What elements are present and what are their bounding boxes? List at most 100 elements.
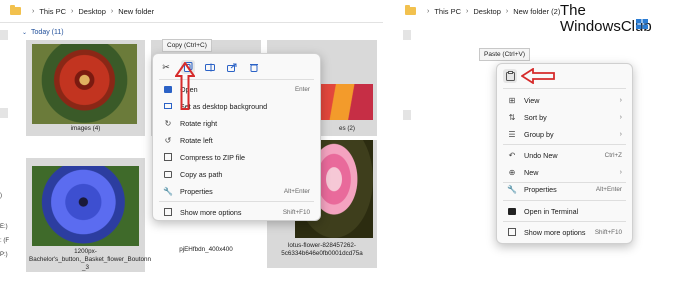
chevron-right-icon: › bbox=[110, 7, 114, 15]
breadcrumb-desktop[interactable]: Desktop bbox=[473, 7, 501, 16]
divider bbox=[503, 221, 626, 222]
sidebar-drive-labels: E:) : (F P:) bbox=[0, 220, 9, 262]
delete-icon[interactable] bbox=[247, 60, 261, 74]
properties-icon: 🔧 bbox=[163, 186, 173, 196]
rafflesia-photo bbox=[32, 44, 137, 124]
menu-item-shortcut: Alt+Enter bbox=[595, 185, 622, 193]
menu-item-label: Show more options bbox=[524, 227, 586, 237]
menu-item-label: Compress to ZIP file bbox=[180, 152, 245, 162]
chevron-right-icon: › bbox=[619, 96, 622, 104]
menu-item-label: Group by bbox=[524, 129, 554, 139]
drive-label[interactable]: : (F bbox=[0, 234, 9, 248]
menu-item-show-more-options[interactable]: Show more options Shift+F10 bbox=[497, 224, 632, 240]
image-icon bbox=[163, 84, 173, 94]
more-options-icon bbox=[507, 227, 517, 237]
menu-item-group-by[interactable]: ☰ Group by › bbox=[497, 126, 632, 142]
paste-icon[interactable] bbox=[503, 69, 517, 83]
scrollbar-thumb[interactable] bbox=[403, 30, 411, 40]
windows-logo-icon bbox=[636, 19, 648, 29]
chevron-right-icon: › bbox=[505, 7, 509, 15]
file-caption: 1200px-Bachelor's_button,_Basket_flower_… bbox=[29, 248, 223, 271]
menu-item-label: Undo New bbox=[524, 150, 558, 160]
paste-glyph bbox=[505, 71, 515, 81]
breadcrumb-desktop[interactable]: Desktop bbox=[78, 7, 106, 16]
divider bbox=[503, 88, 626, 89]
cut-icon[interactable]: ✂ bbox=[159, 60, 173, 74]
view-icon: ⊞ bbox=[508, 95, 516, 105]
menu-item-rotate-right[interactable]: ↻ Rotate right bbox=[153, 115, 320, 131]
menu-item-label: Properties bbox=[524, 184, 557, 194]
menu-item-properties[interactable]: 🔧 Properties Alt+Enter bbox=[497, 181, 632, 197]
scrollbar-thumb[interactable] bbox=[0, 30, 8, 40]
brand-watermark: The WindowsClub bbox=[560, 3, 652, 35]
scrollbar-thumb[interactable] bbox=[0, 108, 8, 118]
chevron-right-icon: › bbox=[619, 168, 622, 176]
pane-separator bbox=[383, 0, 395, 291]
drive-label[interactable]: P:) bbox=[0, 248, 9, 262]
drive-label[interactable]: E:) bbox=[0, 220, 9, 234]
breadcrumb: › This PC › Desktop › New folder bbox=[10, 4, 154, 18]
menu-item-new[interactable]: ⊕ New › bbox=[497, 164, 632, 180]
menu-item-view[interactable]: ⊞ View › bbox=[497, 92, 632, 108]
file-tile[interactable]: 1200px-Bachelor's_button,_Basket_flower_… bbox=[26, 158, 223, 272]
menu-item-label: View bbox=[524, 95, 540, 105]
properties-icon: 🔧 bbox=[507, 184, 517, 194]
breadcrumb-new-folder[interactable]: New folder (2) bbox=[513, 7, 560, 16]
menu-item-undo-new[interactable]: ↶ Undo New Ctrl+Z bbox=[497, 147, 632, 163]
menu-item-rotate-left[interactable]: ↺ Rotate left bbox=[153, 132, 320, 148]
scrollbar-thumb[interactable] bbox=[403, 110, 411, 120]
menu-item-shortcut: Shift+F10 bbox=[282, 208, 310, 216]
file-caption: es (2) bbox=[338, 125, 356, 132]
menu-item-show-more-options[interactable]: Show more options Shift+F10 bbox=[153, 204, 320, 220]
file-caption: lotus-flower-828457262-5c6334b646e0fb000… bbox=[281, 242, 363, 257]
menu-item-label: Set as desktop background bbox=[180, 101, 268, 111]
share-glyph bbox=[227, 63, 237, 72]
drive-label: ) bbox=[0, 193, 2, 199]
breadcrumb-this-pc[interactable]: This PC bbox=[39, 7, 66, 16]
context-menu: ⊞ View › ⇅ Sort by › ☰ Group by › ↶ Undo… bbox=[496, 63, 633, 244]
delete-glyph bbox=[250, 63, 258, 72]
menu-item-compress-zip[interactable]: Compress to ZIP file bbox=[153, 149, 320, 165]
cut-glyph: ✂ bbox=[162, 61, 170, 72]
folder-icon bbox=[405, 5, 416, 15]
breadcrumb-new-folder[interactable]: New folder bbox=[118, 7, 154, 16]
file-tile[interactable]: images (4) bbox=[26, 40, 145, 136]
share-icon[interactable] bbox=[225, 60, 239, 74]
divider bbox=[503, 144, 626, 145]
menu-item-label: New bbox=[524, 167, 539, 177]
rename-icon[interactable] bbox=[203, 60, 217, 74]
rotate-right-icon: ↻ bbox=[164, 118, 172, 128]
menu-item-shortcut: Shift+F10 bbox=[594, 228, 622, 236]
chevron-right-icon: › bbox=[32, 7, 35, 15]
new-icon: ⊕ bbox=[508, 167, 516, 177]
sort-icon: ⇅ bbox=[508, 112, 516, 122]
chevron-right-icon: › bbox=[619, 130, 622, 138]
undo-icon: ↶ bbox=[508, 150, 516, 160]
group-header-today[interactable]: ⌄ Today (11) bbox=[22, 29, 64, 36]
menu-item-label: Open bbox=[180, 84, 198, 94]
menu-item-label: Sort by bbox=[524, 112, 547, 122]
menu-item-copy-as-path[interactable]: Copy as path bbox=[153, 166, 320, 182]
chevron-right-icon: › bbox=[466, 7, 469, 15]
file-caption: pjEHfbdn_400x400 bbox=[179, 246, 233, 253]
rename-glyph bbox=[205, 63, 215, 71]
cornflower-photo bbox=[32, 166, 139, 246]
tooltip: Copy (Ctrl+C) bbox=[162, 39, 212, 52]
chevron-right-icon: › bbox=[619, 113, 622, 121]
explorer-window-right: › This PC › Desktop › New folder (2) The… bbox=[395, 0, 700, 291]
menu-item-properties[interactable]: 🔧 Properties Alt+Enter bbox=[153, 183, 320, 199]
path-icon bbox=[163, 169, 173, 179]
group-label: Today (11) bbox=[31, 29, 64, 36]
breadcrumb-this-pc[interactable]: This PC bbox=[434, 7, 461, 16]
menu-item-label: Copy as path bbox=[180, 169, 223, 179]
folder-icon bbox=[10, 5, 21, 15]
menu-item-shortcut: Ctrl+Z bbox=[604, 151, 622, 159]
group-icon: ☰ bbox=[508, 129, 516, 139]
more-options-icon bbox=[163, 207, 173, 217]
menu-item-label: Properties bbox=[180, 186, 213, 196]
chevron-right-icon: › bbox=[427, 7, 430, 15]
menu-item-sort-by[interactable]: ⇅ Sort by › bbox=[497, 109, 632, 125]
tooltip: Paste (Ctrl+V) bbox=[479, 48, 530, 61]
menu-item-label: Show more options bbox=[180, 207, 242, 217]
menu-item-open-in-terminal[interactable]: Open in Terminal bbox=[497, 203, 632, 219]
